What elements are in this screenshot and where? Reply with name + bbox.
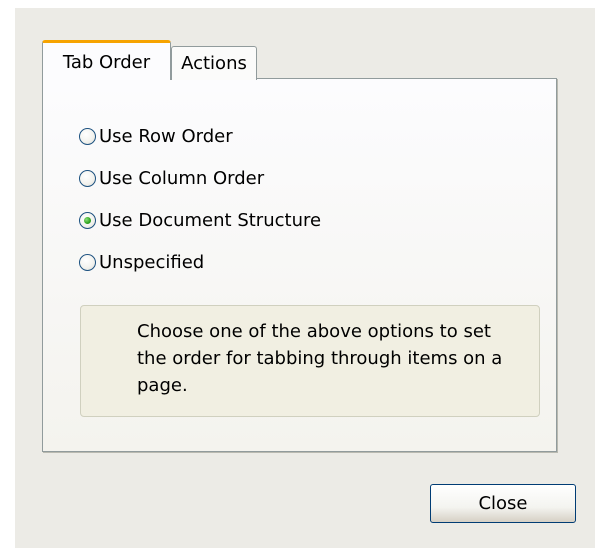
tab-order-dialog: Tab Order Actions Use Row Order Use Colu… [15, 8, 595, 548]
tab-tab-order[interactable]: Tab Order [42, 40, 171, 80]
radio-use-column-order[interactable]: Use Column Order [79, 165, 264, 191]
tab-tab-order-label: Tab Order [62, 52, 151, 73]
radio-circle-icon[interactable] [79, 127, 96, 145]
tab-order-panel: Use Row Order Use Column Order Use Docum… [42, 78, 557, 452]
tab-actions[interactable]: Actions [171, 46, 257, 80]
radio-circle-icon[interactable] [79, 169, 96, 187]
tab-actions-label: Actions [181, 53, 247, 74]
radio-circle-selected-icon[interactable] [79, 211, 96, 229]
radio-label-use-column-order: Use Column Order [99, 167, 265, 189]
radio-label-use-document-structure: Use Document Structure [99, 209, 322, 231]
help-text-box: Choose one of the above options to set t… [80, 305, 540, 417]
radio-dot-icon [84, 216, 91, 224]
close-button[interactable]: Close [430, 484, 576, 523]
radio-use-row-order[interactable]: Use Row Order [79, 123, 233, 149]
radio-use-document-structure[interactable]: Use Document Structure [79, 207, 321, 233]
radio-circle-icon[interactable] [79, 253, 96, 271]
radio-label-unspecified: Unspecified [99, 251, 205, 273]
radio-label-use-row-order: Use Row Order [99, 125, 233, 147]
radio-unspecified[interactable]: Unspecified [79, 249, 204, 275]
help-text: Choose one of the above options to set t… [137, 321, 503, 396]
